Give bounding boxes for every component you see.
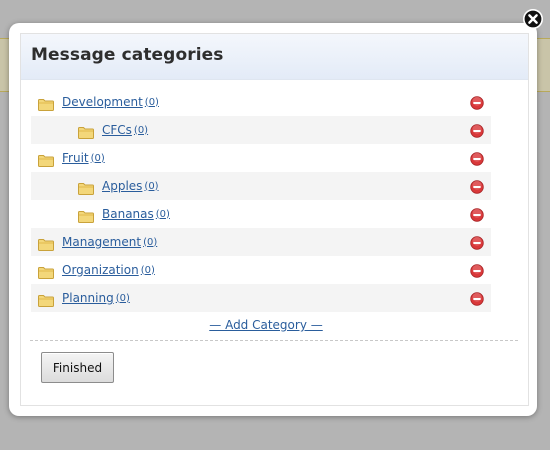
category-row: Bananas (0): [31, 200, 491, 228]
delete-icon[interactable]: [470, 235, 484, 250]
category-count[interactable]: (0): [144, 181, 158, 192]
dialog-header: Message categories: [21, 34, 528, 80]
add-category-link[interactable]: — Add Category —: [21, 318, 511, 332]
category-count[interactable]: (0): [134, 125, 148, 136]
folder-icon: [38, 264, 54, 279]
category-name-link[interactable]: Organization: [62, 263, 139, 277]
category-row: CFCs (0): [31, 116, 491, 144]
category-row: Planning (0): [31, 284, 491, 312]
delete-icon[interactable]: [470, 207, 484, 222]
category-name-link[interactable]: Apples: [102, 179, 142, 193]
category-name-link[interactable]: Bananas: [102, 207, 154, 221]
category-count[interactable]: (0): [116, 293, 130, 304]
category-name-link[interactable]: Management: [62, 235, 141, 249]
folder-icon: [38, 236, 54, 251]
delete-icon[interactable]: [470, 151, 484, 166]
category-row: Organization (0): [31, 256, 491, 284]
folder-icon: [78, 208, 94, 223]
delete-icon[interactable]: [470, 179, 484, 194]
finished-button[interactable]: Finished: [41, 352, 114, 383]
category-name-link[interactable]: Planning: [62, 291, 114, 305]
dialog-body: Message categories Development (0) CFCs (0)…: [20, 33, 529, 406]
folder-icon: [38, 292, 54, 307]
folder-icon: [78, 180, 94, 195]
delete-icon[interactable]: [470, 291, 484, 306]
category-row: Fruit (0): [31, 144, 491, 172]
dialog-title: Message categories: [31, 45, 224, 65]
category-row: Apples (0): [31, 172, 491, 200]
category-name-link[interactable]: Fruit: [62, 151, 89, 165]
folder-icon: [38, 96, 54, 111]
delete-icon[interactable]: [470, 263, 484, 278]
category-row: Management (0): [31, 228, 491, 256]
folder-icon: [78, 124, 94, 139]
category-list: Development (0) CFCs (0) Fruit (0) Apples (0) Ba…: [31, 88, 491, 312]
category-name-link[interactable]: CFCs: [102, 123, 132, 137]
folder-icon: [38, 152, 54, 167]
category-count[interactable]: (0): [91, 153, 105, 164]
category-name-link[interactable]: Development: [62, 95, 143, 109]
category-count[interactable]: (0): [156, 209, 170, 220]
delete-icon[interactable]: [470, 123, 484, 138]
category-count[interactable]: (0): [141, 265, 155, 276]
category-row: Development (0): [31, 88, 491, 116]
delete-icon[interactable]: [470, 95, 484, 110]
dashed-divider: [30, 340, 518, 341]
category-count[interactable]: (0): [145, 97, 159, 108]
message-categories-dialog: Message categories Development (0) CFCs (0)…: [9, 23, 537, 416]
close-icon[interactable]: [523, 9, 543, 29]
category-count[interactable]: (0): [143, 237, 157, 248]
